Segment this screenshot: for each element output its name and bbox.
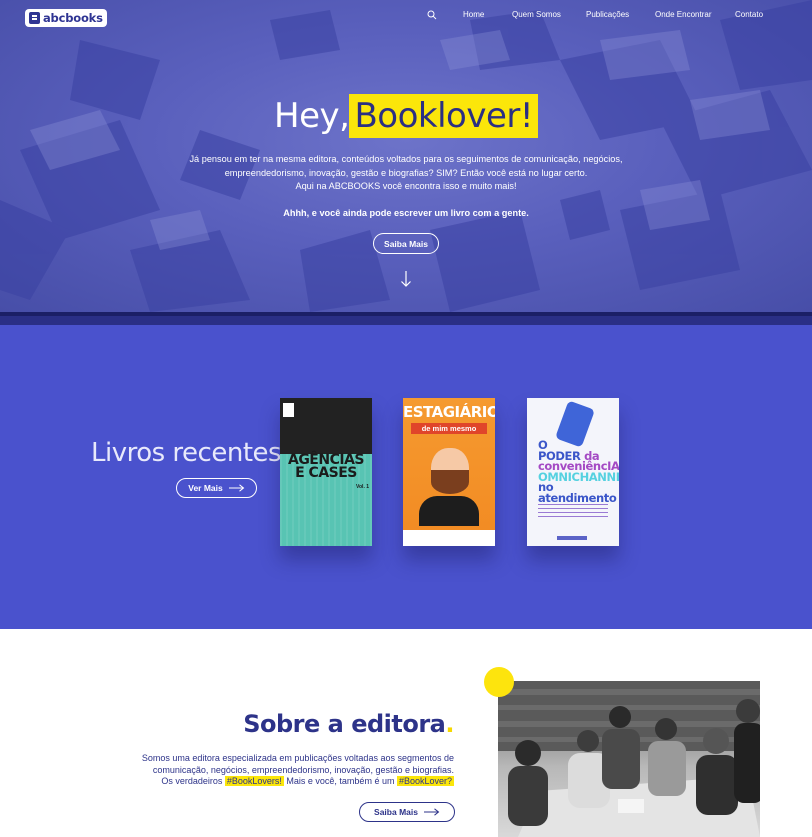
nav-publicacoes[interactable]: Publicações	[586, 10, 629, 19]
nav-contato[interactable]: Contato	[735, 10, 763, 19]
book-2-title: ESTAGIÁRIO	[403, 403, 495, 421]
book-cover-estagiario[interactable]: ESTAGIÁRIO de mim mesmo	[403, 398, 495, 546]
book-cover-poder-da-conveniencia[interactable]: O PODER da conveniêncIA OMNICHANNEL no a…	[527, 398, 619, 546]
hero-section: abcbooks Home Quem Somos Publicações Ond…	[0, 0, 812, 312]
book-3-title: O PODER da conveniêncIA OMNICHANNEL no a…	[538, 438, 619, 505]
about-title: Sobre a editora.	[243, 710, 454, 738]
booklover-question-tag: #BookLover?	[396, 776, 454, 786]
book-cover-agencias-e-cases[interactable]: AGÊNCIAS E CASES Vol. 1	[280, 398, 372, 546]
recent-books-section: Livros recentes Ver Mais AGÊNCIAS E CASE…	[0, 325, 812, 629]
team-photo-illustration	[498, 681, 760, 837]
nav-quem-somos[interactable]: Quem Somos	[512, 10, 561, 19]
hero-line-3: Aqui na ABCBOOKS você encontra isso e mu…	[295, 181, 517, 191]
hero-greeting: Hey,	[274, 96, 350, 136]
nav-home[interactable]: Home	[463, 10, 484, 19]
about-section: Sobre a editora. Somos uma editora espec…	[0, 629, 812, 837]
hero-description: Já pensou em ter na mesma editora, conte…	[160, 153, 652, 194]
book-2-subtitle: de mim mesmo	[411, 423, 487, 434]
book-1-title: AGÊNCIAS E CASES	[287, 452, 365, 481]
hero-divider	[0, 312, 812, 325]
hero-button-label: Saiba Mais	[384, 238, 428, 249]
about-button-label: Saiba Mais	[374, 807, 418, 817]
decorative-yellow-circle	[484, 667, 514, 697]
about-description: Somos uma editora especializada em publi…	[141, 753, 454, 786]
recent-books-title: Livros recentes	[91, 438, 282, 468]
hero-title: Hey, Booklover!	[0, 94, 812, 138]
hero-saiba-mais-button[interactable]: Saiba Mais	[373, 233, 439, 254]
about-saiba-mais-button[interactable]: Saiba Mais	[359, 802, 455, 822]
main-nav: Home Quem Somos Publicações Onde Encontr…	[0, 10, 812, 22]
hero-callout: Ahhh, e você ainda pode escrever um livr…	[283, 208, 529, 218]
hero-highlight: Booklover!	[349, 94, 538, 138]
nav-onde-encontrar[interactable]: Onde Encontrar	[655, 10, 711, 19]
ver-mais-button[interactable]: Ver Mais	[176, 478, 257, 498]
team-meeting-photo	[498, 681, 760, 837]
arrow-right-icon	[228, 484, 245, 492]
book-1-volume: Vol. 1	[356, 484, 369, 490]
hero-line-1: Já pensou em ter na mesma editora, conte…	[189, 154, 623, 164]
arrow-right-icon	[423, 808, 440, 816]
arrow-down-icon[interactable]	[400, 270, 412, 288]
booklovers-tag: #BookLovers!	[224, 776, 284, 786]
hero-line-2: empreendedorismo, inovação, gestão e bio…	[224, 167, 588, 178]
ver-mais-label: Ver Mais	[188, 483, 223, 493]
book-badge-icon	[283, 403, 294, 417]
search-icon[interactable]	[427, 10, 437, 20]
